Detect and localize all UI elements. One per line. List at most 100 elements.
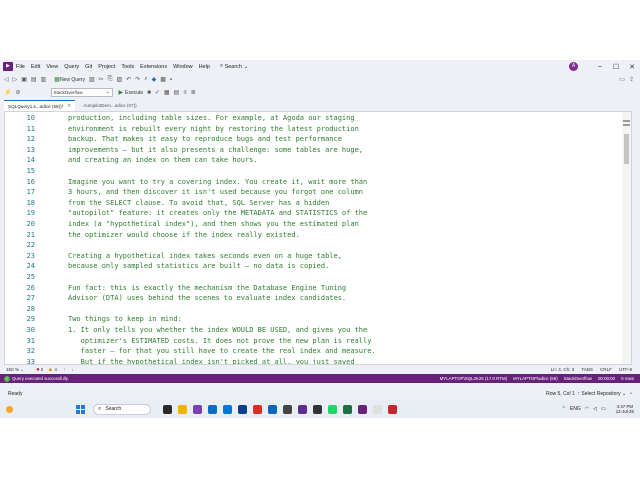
open-icon[interactable]: ▤: [31, 76, 37, 83]
debug-icon[interactable]: ◆: [152, 76, 157, 83]
line-number: 23: [26, 251, 35, 260]
new-item-icon[interactable]: ▣: [21, 76, 27, 83]
standard-toolbar: ◁ ▷ ▣ ▤ ▥ ▦ New Query ▧ ✂ ⎘ ▨ ↶ ↷ ⌕ ◆ ▩ …: [0, 73, 640, 86]
new-query-button[interactable]: ▦ New Query: [50, 76, 85, 84]
code-line: environment is rebuilt every night by re…: [68, 124, 359, 133]
clock[interactable]: 4:47 PM 12-Jul-25: [612, 404, 634, 414]
visual-studio-icon[interactable]: [298, 404, 307, 414]
undo-icon[interactable]: ↶: [126, 76, 131, 83]
windows-start-icon[interactable]: [76, 404, 85, 414]
tab-sqlquery1[interactable]: SQLQuery1.s...adice (58))* ✕: [4, 100, 76, 111]
whatsapp-icon[interactable]: [328, 404, 337, 414]
excel-icon[interactable]: [343, 404, 352, 414]
teams-icon[interactable]: [268, 404, 277, 414]
menu-window[interactable]: Window: [173, 64, 193, 70]
copilot-icon[interactable]: [193, 404, 202, 414]
menu-search[interactable]: ⌕ Search ⌄: [220, 63, 248, 70]
query-editor[interactable]: 10 11 12 13 14 15 16 17 18 19 20 21 22 23 24 25 26 27 28 29…: [4, 111, 632, 365]
line-number: 20: [26, 220, 35, 228]
db-query-icon[interactable]: ▧: [89, 76, 95, 83]
chatgpt-icon[interactable]: [313, 404, 322, 414]
store-icon[interactable]: [223, 404, 232, 414]
close-icon[interactable]: ✕: [67, 103, 71, 109]
edge-icon[interactable]: [208, 404, 217, 414]
next-issue-icon[interactable]: ↓: [71, 367, 74, 373]
amazon-icon[interactable]: [283, 404, 292, 414]
toolbox-icon[interactable]: ▪: [170, 77, 172, 83]
indent-mode[interactable]: TABS: [581, 367, 593, 372]
menu-tools[interactable]: Tools: [121, 64, 134, 70]
code-line: optimizer's ESTIMATED costs. It does not…: [68, 336, 372, 345]
find-icon[interactable]: ⌕: [144, 76, 147, 83]
maximize-button[interactable]: ☐: [608, 63, 624, 71]
line-ending[interactable]: CRLF: [600, 367, 612, 372]
menu-help[interactable]: Help: [199, 64, 210, 70]
weather-widget[interactable]: [6, 405, 16, 413]
connect-icon[interactable]: ⚡: [4, 89, 11, 96]
code-line: production, including table sizes. For e…: [68, 114, 355, 122]
input-language[interactable]: ENG: [570, 406, 581, 412]
parse-icon[interactable]: ✓: [155, 89, 160, 96]
cursor-position: Ln: 4, Ch: 3: [550, 367, 575, 372]
redo-icon[interactable]: ↷: [135, 76, 140, 83]
menu-view[interactable]: View: [46, 64, 58, 70]
zoom-select[interactable]: 150 % ⌄: [6, 367, 24, 373]
disconnect-icon[interactable]: ⊘: [15, 89, 20, 96]
error-icon: ●: [36, 366, 40, 373]
menu-edit[interactable]: Edit: [31, 64, 40, 70]
task-view-icon[interactable]: [163, 404, 172, 414]
back-icon[interactable]: ◁: [4, 76, 9, 83]
minimize-button[interactable]: –: [592, 63, 608, 70]
encoding[interactable]: UTF-8: [619, 367, 632, 372]
menu-project[interactable]: Project: [98, 64, 115, 70]
volume-icon[interactable]: ◁: [593, 406, 597, 412]
file-explorer-icon[interactable]: [178, 404, 187, 414]
chevron-down-icon: ⌄: [105, 89, 110, 95]
code-line: Two things to keep in mind:: [68, 315, 182, 324]
scrollbar-thumb[interactable]: [624, 134, 629, 164]
issues-indicator[interactable]: ● 2 ▲ 4: [36, 367, 57, 373]
chrome-icon[interactable]: [253, 404, 262, 414]
notification-icon[interactable]: ◔: [628, 391, 632, 397]
feedback-icon[interactable]: ▭: [619, 76, 625, 83]
avatar[interactable]: A: [569, 62, 578, 71]
hp-icon[interactable]: [238, 404, 247, 414]
app-red-icon[interactable]: [388, 404, 397, 414]
vertical-scrollbar[interactable]: [622, 112, 631, 364]
menu-extensions[interactable]: Extensions: [140, 64, 167, 70]
code-line: backup. That makes it easy to reproduce …: [68, 135, 342, 144]
share-icon[interactable]: ⇪: [629, 76, 634, 83]
warning-count: 4: [54, 367, 57, 372]
settings-icon[interactable]: [373, 404, 382, 414]
save-icon[interactable]: ▥: [41, 76, 47, 83]
previous-issue-icon[interactable]: ↑: [63, 367, 66, 373]
line-number: 18: [26, 198, 35, 207]
close-button[interactable]: ✕: [624, 63, 640, 71]
comment-icon[interactable]: ≡: [183, 90, 187, 96]
battery-icon[interactable]: ▭: [601, 406, 606, 412]
copy-icon[interactable]: ⎘: [108, 76, 113, 83]
estimated-plan-icon[interactable]: ▦: [164, 89, 170, 96]
cut-icon[interactable]: ✂: [99, 76, 104, 83]
ssms-icon[interactable]: [358, 404, 367, 414]
menu-git[interactable]: Git: [85, 64, 92, 70]
menu-file[interactable]: File: [16, 64, 25, 70]
uncomment-icon[interactable]: ≣: [191, 89, 196, 96]
execute-button[interactable]: ▶ Execute: [118, 89, 144, 97]
chevron-down-icon: ⌄: [242, 63, 249, 70]
row-count: 0 rows: [621, 376, 634, 381]
server-name: MYLAPTOP\SQL2K25 (17.0 RTM): [439, 376, 508, 381]
intellisense-icon[interactable]: ▤: [174, 89, 180, 96]
stop-icon[interactable]: ■: [147, 90, 151, 96]
properties-icon[interactable]: ▩: [160, 76, 166, 83]
taskbar-search[interactable]: ⌕ Search: [93, 403, 151, 415]
play-icon: ▶: [118, 90, 124, 96]
tray-chevron-icon[interactable]: ⌃: [562, 406, 566, 412]
tab-autopilotdemo[interactable]: AutopilotDem...adice (57)): [79, 100, 140, 111]
database-select[interactable]: StackOverflow ⌄: [50, 88, 113, 97]
select-repository[interactable]: Select Repository: [581, 391, 620, 397]
wifi-icon[interactable]: ◠: [585, 406, 589, 412]
menu-query[interactable]: Query: [64, 64, 79, 70]
forward-icon[interactable]: ▷: [13, 76, 18, 83]
paste-icon[interactable]: ▨: [116, 76, 122, 83]
